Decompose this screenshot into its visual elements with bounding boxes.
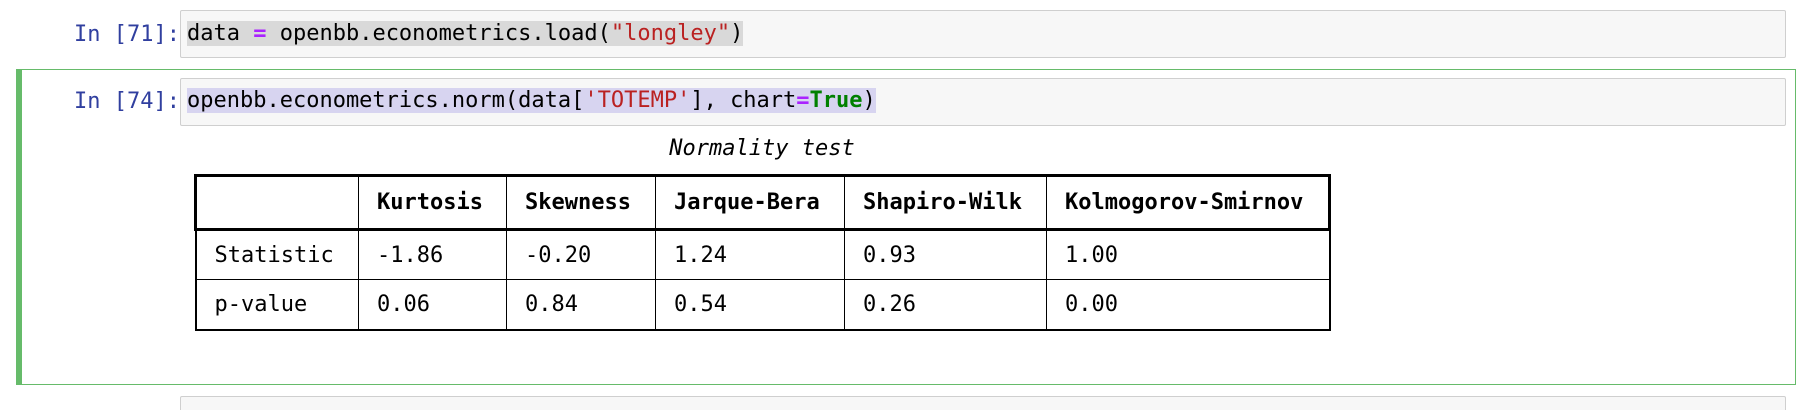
code-token: data xyxy=(187,21,254,46)
table-cell: -0.20 xyxy=(506,229,656,280)
table-cell: 0.26 xyxy=(844,279,1047,331)
input-prompt: In [74]: xyxy=(74,89,180,114)
code-token: openbb.econometrics.norm(data[ xyxy=(187,88,585,113)
table-cell: 0.06 xyxy=(358,279,507,331)
code-token: ) xyxy=(730,21,744,46)
table-cell: 0.00 xyxy=(1046,279,1331,331)
header-cell-jarque-bera: Jarque-Bera xyxy=(655,174,845,231)
table-cell: 0.54 xyxy=(655,279,845,331)
header-cell-shapiro-wilk: Shapiro-Wilk xyxy=(844,174,1047,231)
code-operator: = xyxy=(796,88,810,113)
header-cell-skewness: Skewness xyxy=(506,174,656,231)
table-header-row: Kurtosis Skewness Jarque-Bera Shapiro-Wi… xyxy=(194,174,1331,231)
header-cell-kurtosis: Kurtosis xyxy=(358,174,507,231)
code-token: ) xyxy=(862,88,876,113)
normality-test-table: Kurtosis Skewness Jarque-Bera Shapiro-Wi… xyxy=(194,174,1331,331)
header-cell-kolmogorov-smirnov: Kolmogorov-Smirnov xyxy=(1046,174,1331,231)
row-label: p-value xyxy=(194,279,359,331)
code-string: 'TOTEMP' xyxy=(584,88,691,113)
table-cell: 0.93 xyxy=(844,229,1047,280)
table-cell: 1.24 xyxy=(655,229,845,280)
table-cell: 1.00 xyxy=(1046,229,1331,280)
table-caption: Normality test xyxy=(669,136,855,161)
code-operator: = xyxy=(253,21,267,46)
table-row: Statistic -1.86 -0.20 1.24 0.93 1.00 xyxy=(194,229,1331,280)
input-prompt: In [71]: xyxy=(74,22,180,47)
code-token: ], chart xyxy=(690,88,797,113)
code-string: "longley" xyxy=(610,21,731,46)
code-token: openbb.econometrics.load( xyxy=(266,21,611,46)
next-cell-input-area[interactable] xyxy=(180,396,1786,410)
table-cell: 0.84 xyxy=(506,279,656,331)
row-label: Statistic xyxy=(194,229,359,280)
code-keyword: True xyxy=(809,88,863,113)
table-row: p-value 0.06 0.84 0.54 0.26 0.00 xyxy=(194,279,1331,331)
code-line[interactable]: openbb.econometrics.norm(data['TOTEMP'],… xyxy=(187,87,876,115)
code-line[interactable]: data = openbb.econometrics.load("longley… xyxy=(187,20,744,48)
header-cell-empty xyxy=(194,174,359,231)
table-cell: -1.86 xyxy=(358,229,507,280)
